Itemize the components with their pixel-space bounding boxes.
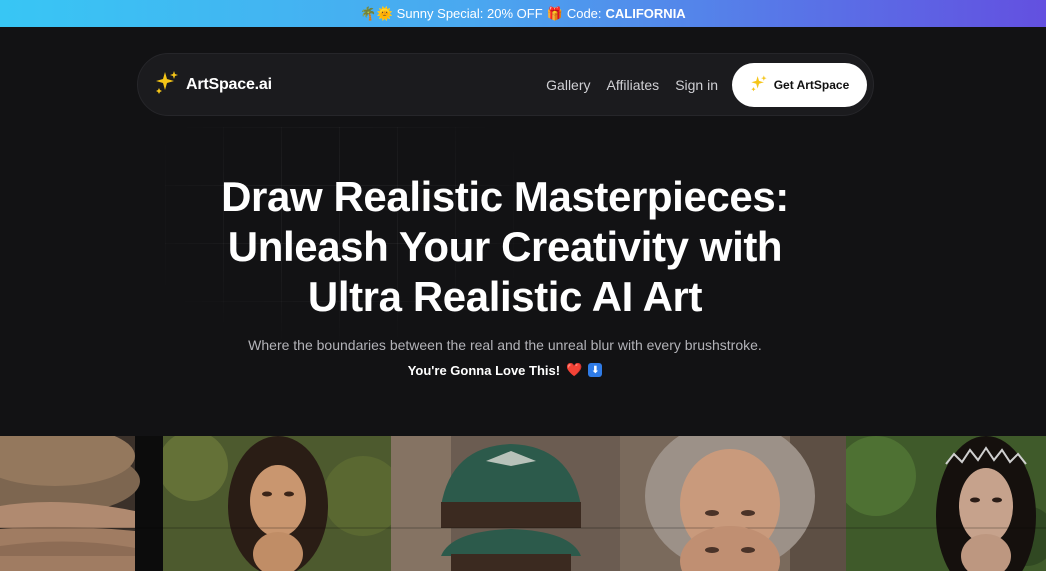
headline-line-2: Unleash Your Creativity with: [227, 223, 783, 270]
logo[interactable]: ArtSpace.ai: [154, 69, 272, 100]
gallery-image-older-woman[interactable]: [620, 436, 846, 571]
nav-links: Gallery Affiliates Sign in: [546, 77, 718, 93]
promo-text: Sunny Special: 20% OFF: [396, 6, 543, 21]
promo-code-label: Code:: [566, 6, 602, 21]
promo-emoji: 🌴🌞: [360, 5, 393, 21]
gallery-image-green-cap[interactable]: [391, 436, 620, 571]
gallery-image-young-woman[interactable]: [163, 436, 391, 571]
promo-banner[interactable]: 🌴🌞 Sunny Special: 20% OFF 🎁 Code: CALIFO…: [0, 0, 1046, 27]
get-artspace-button[interactable]: Get ArtSpace: [732, 62, 867, 107]
hero-headline: Draw Realistic Masterpieces: Unleash You…: [0, 172, 1010, 322]
hero-tagline: You're Gonna Love This! ❤️ ⬇: [0, 362, 1010, 378]
logo-text: ArtSpace.ai: [186, 75, 272, 93]
headline-line-1: Draw Realistic Masterpieces:: [221, 173, 789, 220]
gallery-image-old-man[interactable]: [0, 436, 163, 571]
hero-subtitle: Where the boundaries between the real an…: [248, 337, 762, 353]
tagline-text: You're Gonna Love This!: [407, 362, 561, 378]
nav-link-affiliates[interactable]: Affiliates: [607, 77, 660, 93]
gift-icon: 🎁: [546, 5, 563, 21]
headline-line-3: Ultra Realistic AI Art: [307, 273, 703, 320]
gallery-strip: [0, 436, 1046, 571]
promo-code: CALIFORNIA: [605, 6, 686, 21]
cta-label: Get ArtSpace: [773, 77, 850, 92]
gallery-image-crowned-woman[interactable]: [846, 436, 1046, 571]
nav-link-gallery[interactable]: Gallery: [546, 77, 590, 93]
sparkle-icon: [154, 69, 180, 100]
heart-icon: ❤️: [566, 362, 583, 377]
down-arrow-icon: ⬇: [588, 363, 603, 377]
nav-link-sign-in[interactable]: Sign in: [675, 77, 718, 93]
navbar: ArtSpace.ai Gallery Affiliates Sign in G…: [137, 53, 874, 116]
sparkle-icon: [750, 74, 768, 95]
